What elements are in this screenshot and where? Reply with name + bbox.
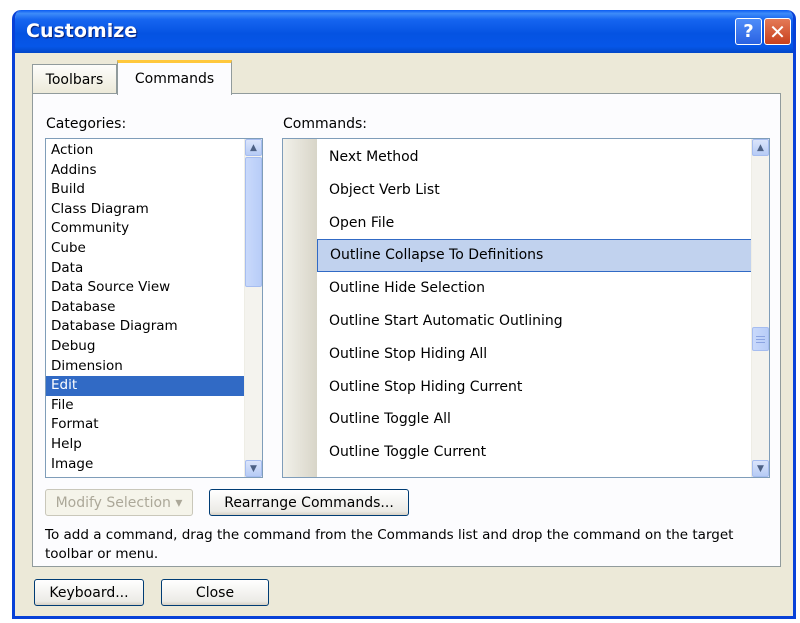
chevron-up-icon: ▲ — [757, 142, 764, 153]
command-item[interactable]: Outline Toggle All — [317, 403, 753, 436]
customize-dialog: Customize ? ✕ Toolbars Commands Categori… — [12, 10, 796, 619]
category-item[interactable]: Help — [46, 435, 244, 455]
command-item[interactable]: Outline Stop Hiding All — [317, 338, 753, 371]
category-item[interactable]: File — [46, 396, 244, 416]
command-item[interactable]: Outline Stop Hiding Current — [317, 371, 753, 404]
dialog-title: Customize — [26, 20, 138, 42]
categories-scrollbar[interactable]: ▲ ▼ — [244, 139, 262, 477]
categories-list[interactable]: Action Addins Build Class Diagram Community C… — [45, 138, 263, 478]
command-item[interactable]: Open File — [317, 207, 753, 240]
category-item[interactable]: Database Diagram — [46, 317, 244, 337]
category-item[interactable]: Database — [46, 298, 244, 318]
close-icon: ✕ — [769, 19, 786, 44]
category-item[interactable]: Cube — [46, 239, 244, 259]
command-item[interactable]: Outline Collapse To Definitions — [317, 239, 753, 273]
category-item[interactable]: Class Diagram — [46, 200, 244, 220]
commands-tab-panel: Categories: Commands: Action Addins Build C… — [32, 93, 781, 567]
commands-list[interactable]: Next Method Object Verb List Open File Outl… — [282, 138, 770, 478]
category-item[interactable]: Image — [46, 455, 244, 475]
tab-commands[interactable]: Commands — [117, 60, 232, 95]
scroll-down-button[interactable]: ▼ — [245, 460, 262, 477]
thumb-grip — [756, 339, 765, 340]
modify-selection-button[interactable]: Modify Selection ▾ — [45, 489, 193, 516]
command-item[interactable]: Object Verb List — [317, 174, 753, 207]
category-item[interactable]: Edit — [46, 376, 244, 396]
rearrange-commands-button[interactable]: Rearrange Commands... — [209, 489, 409, 516]
scroll-thumb[interactable] — [245, 157, 262, 287]
command-item[interactable]: Outline Start Automatic Outlining — [317, 305, 753, 338]
thumb-grip — [756, 342, 765, 343]
category-item[interactable]: Action — [46, 141, 244, 161]
category-item[interactable]: Data Source View — [46, 278, 244, 298]
chevron-down-icon: ▼ — [757, 463, 764, 474]
commands-scrollbar[interactable]: ▲ ▼ — [751, 139, 769, 477]
scroll-up-button[interactable]: ▲ — [245, 139, 262, 156]
category-item[interactable]: Debug — [46, 337, 244, 357]
category-item[interactable]: Build — [46, 180, 244, 200]
command-item[interactable]: Outline Toggle Current — [317, 436, 753, 469]
close-button[interactable]: Close — [161, 579, 269, 606]
command-item[interactable]: Outline Hide Selection — [317, 272, 753, 305]
tab-toolbars[interactable]: Toolbars — [32, 64, 117, 94]
command-icon-gutter — [283, 139, 317, 477]
keyboard-button[interactable]: Keyboard... — [34, 579, 144, 606]
title-bar[interactable]: Customize ? ✕ — [15, 10, 793, 53]
category-item[interactable]: Community — [46, 219, 244, 239]
category-item[interactable]: Format — [46, 415, 244, 435]
scroll-down-button[interactable]: ▼ — [752, 460, 769, 477]
category-item[interactable]: Data — [46, 259, 244, 279]
chevron-up-icon: ▲ — [250, 142, 257, 153]
categories-items: Action Addins Build Class Diagram Community C… — [46, 141, 244, 474]
commands-label: Commands: — [283, 116, 367, 132]
title-close-button[interactable]: ✕ — [764, 18, 791, 45]
scroll-thumb[interactable] — [752, 327, 769, 351]
help-icon: ? — [743, 21, 754, 42]
categories-label: Categories: — [46, 116, 127, 132]
category-item[interactable]: Addins — [46, 161, 244, 181]
category-item[interactable]: Dimension — [46, 357, 244, 377]
help-button[interactable]: ? — [735, 18, 762, 45]
instructions-text: To add a command, drag the command from … — [45, 527, 734, 562]
command-item[interactable]: Next Method — [317, 141, 753, 174]
scroll-up-button[interactable]: ▲ — [752, 139, 769, 156]
chevron-down-icon: ▼ — [250, 463, 257, 474]
commands-items: Next Method Object Verb List Open File Outl… — [317, 141, 753, 469]
thumb-grip — [756, 336, 765, 337]
